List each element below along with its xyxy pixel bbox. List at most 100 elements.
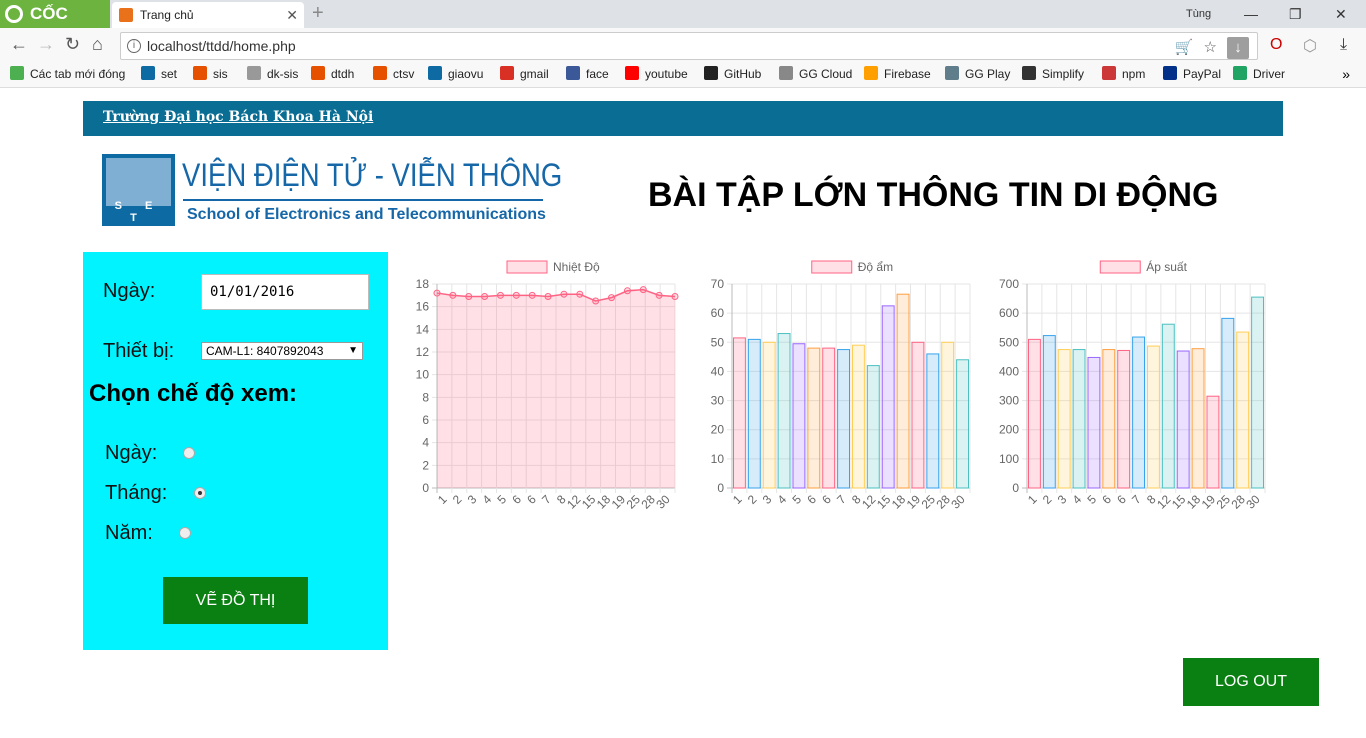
user-name[interactable]: Tùng [1186, 0, 1211, 28]
bar [792, 343, 806, 489]
bookmark-youtube[interactable]: youtube [625, 64, 688, 84]
x-tick-label: 4 [1070, 492, 1085, 507]
forward-icon[interactable]: → [37, 34, 55, 55]
y-tick-label: 18 [416, 277, 430, 291]
y-tick-label: 60 [711, 306, 725, 320]
bookmark-dtdh[interactable]: dtdh [311, 64, 354, 84]
page-content: Trường Đại học Bách Khoa Hà Nội S E T VI… [0, 89, 1366, 738]
bookmark-simplify[interactable]: Simplify [1022, 64, 1084, 84]
star-icon[interactable]: ☆ [1204, 39, 1217, 56]
bookmark-gg-cloud[interactable]: GG Cloud [779, 64, 852, 84]
mode-year-radio[interactable] [179, 527, 191, 539]
bookmark-label: dk-sis [267, 67, 299, 81]
bookmark-gmail[interactable]: gmail [500, 64, 549, 84]
history-icon [10, 66, 24, 80]
bookmark-set[interactable]: set [141, 64, 177, 84]
x-tick-label: 6 [1114, 492, 1129, 507]
date-field[interactable]: 01/01/2016 [201, 274, 369, 310]
bookmark-sis[interactable]: sis [193, 64, 228, 84]
y-tick-label: 2 [422, 458, 429, 472]
new-tab-icon[interactable]: + [312, 2, 324, 25]
x-tick-label: 30 [1243, 492, 1263, 512]
info-icon[interactable]: i [127, 39, 141, 53]
bookmark-các-tab-mới-đóng[interactable]: Các tab mới đóng [10, 64, 125, 84]
bar [1236, 331, 1250, 489]
minimize-icon[interactable]: — [1244, 0, 1258, 28]
y-tick-label: 50 [711, 335, 725, 349]
home-icon[interactable]: ⌂ [92, 34, 103, 55]
bar [1251, 296, 1265, 489]
logo-text: S E T [114, 200, 163, 224]
bar [1072, 349, 1086, 489]
window-close-icon[interactable]: ✕ [1335, 0, 1347, 28]
close-icon[interactable]: ✕ [286, 2, 298, 28]
address-bar[interactable]: i localhost/ttdd/home.php 🛒 ☆ ↓ [120, 32, 1258, 60]
bookmark-label: sis [213, 67, 228, 81]
bookmark-giaovu[interactable]: giaovu [428, 64, 483, 84]
mode-day-radio[interactable] [183, 447, 195, 459]
bar [956, 359, 970, 489]
y-tick-label: 6 [422, 413, 429, 427]
mode-month-radio[interactable] [194, 487, 206, 499]
bookmark-paypal[interactable]: PayPal [1163, 64, 1221, 84]
tab-home[interactable]: Trang chủ ✕ [112, 2, 304, 28]
extension-icon[interactable]: ⬡ [1303, 36, 1317, 56]
y-tick-label: 0 [717, 481, 724, 495]
data-point [623, 287, 631, 295]
restore-icon[interactable]: ❐ [1289, 0, 1302, 28]
x-tick-label: 7 [834, 492, 849, 507]
data-point [496, 291, 504, 299]
bar [777, 333, 791, 489]
temperature-chart: Nhiệt Độ 0 2 4 6 8 10 12 14 16 18 1 2 3 4 5 6 6 7 8 12 15 18 19… [405, 252, 685, 522]
bookmark-ctsv[interactable]: ctsv [373, 64, 414, 84]
page-title: BÀI TẬP LỚN THÔNG TIN DI ĐỘNG [648, 176, 1219, 214]
bar [747, 338, 761, 489]
browser-brand[interactable]: CỐC CỐC [0, 0, 110, 51]
pressure-chart-svg: Áp suất01002003004005006007001 2 3 4 5 6 6 7 812… [999, 259, 1266, 512]
bookmark-dk-sis[interactable]: dk-sis [247, 64, 298, 84]
divider [183, 199, 543, 201]
bar [926, 353, 940, 489]
y-tick-label: 8 [422, 390, 429, 404]
downloads-icon[interactable]: ⤓ [1340, 36, 1347, 54]
bookmark-gg-play[interactable]: GG Play [945, 64, 1010, 84]
cart-icon[interactable]: 🛒 [1175, 39, 1194, 56]
institute-subtitle: School of Electronics and Telecommunicat… [187, 206, 546, 223]
drive-icon [1233, 66, 1247, 80]
bookmark-github[interactable]: GitHub [704, 64, 761, 84]
bar [1042, 335, 1056, 489]
data-point [544, 292, 552, 300]
university-link[interactable]: Trường Đại học Bách Khoa Hà Nội [103, 109, 373, 125]
back-icon[interactable]: ← [10, 34, 28, 55]
y-tick-label: 10 [711, 452, 725, 466]
facebook-icon [566, 66, 580, 80]
logout-button[interactable]: LOG OUT [1183, 658, 1319, 706]
x-tick-label: 2 [450, 492, 465, 507]
opera-icon[interactable]: O [1270, 36, 1282, 54]
bookmark-npm[interactable]: npm [1102, 64, 1145, 84]
reload-icon[interactable]: ↻ [65, 34, 80, 55]
gear-icon [779, 66, 793, 80]
data-point [449, 291, 457, 299]
bar [911, 341, 925, 489]
bookmark-label: PayPal [1183, 67, 1222, 81]
x-tick-label: 4 [775, 492, 790, 507]
x-tick-label: 2 [1040, 492, 1055, 507]
bookmark-driver[interactable]: Driver [1233, 64, 1285, 84]
simplify-icon [1022, 66, 1036, 80]
date-label: Ngày: [103, 280, 156, 302]
more-bookmarks-icon[interactable]: » [1342, 64, 1350, 84]
bookmark-firebase[interactable]: Firebase [864, 64, 931, 84]
bookmark-face[interactable]: face [566, 64, 609, 84]
data-point [512, 291, 520, 299]
data-point [560, 290, 568, 298]
x-tick-label: 5 [789, 492, 804, 507]
draw-chart-button[interactable]: VẼ ĐỒ THỊ [163, 577, 308, 624]
npm-icon [1102, 66, 1116, 80]
device-select[interactable]: CAM-L1: 8407892043 ▼ [201, 342, 363, 360]
download-icon[interactable]: ↓ [1227, 37, 1249, 59]
data-point [671, 292, 679, 300]
device-label: Thiết bị: [103, 340, 175, 362]
legend-swatch [811, 260, 853, 274]
pressure-chart: Áp suất 0 100 200 300 400 500 600 700 1 2 3 4 5 6 6 7 8 12… [995, 252, 1275, 522]
